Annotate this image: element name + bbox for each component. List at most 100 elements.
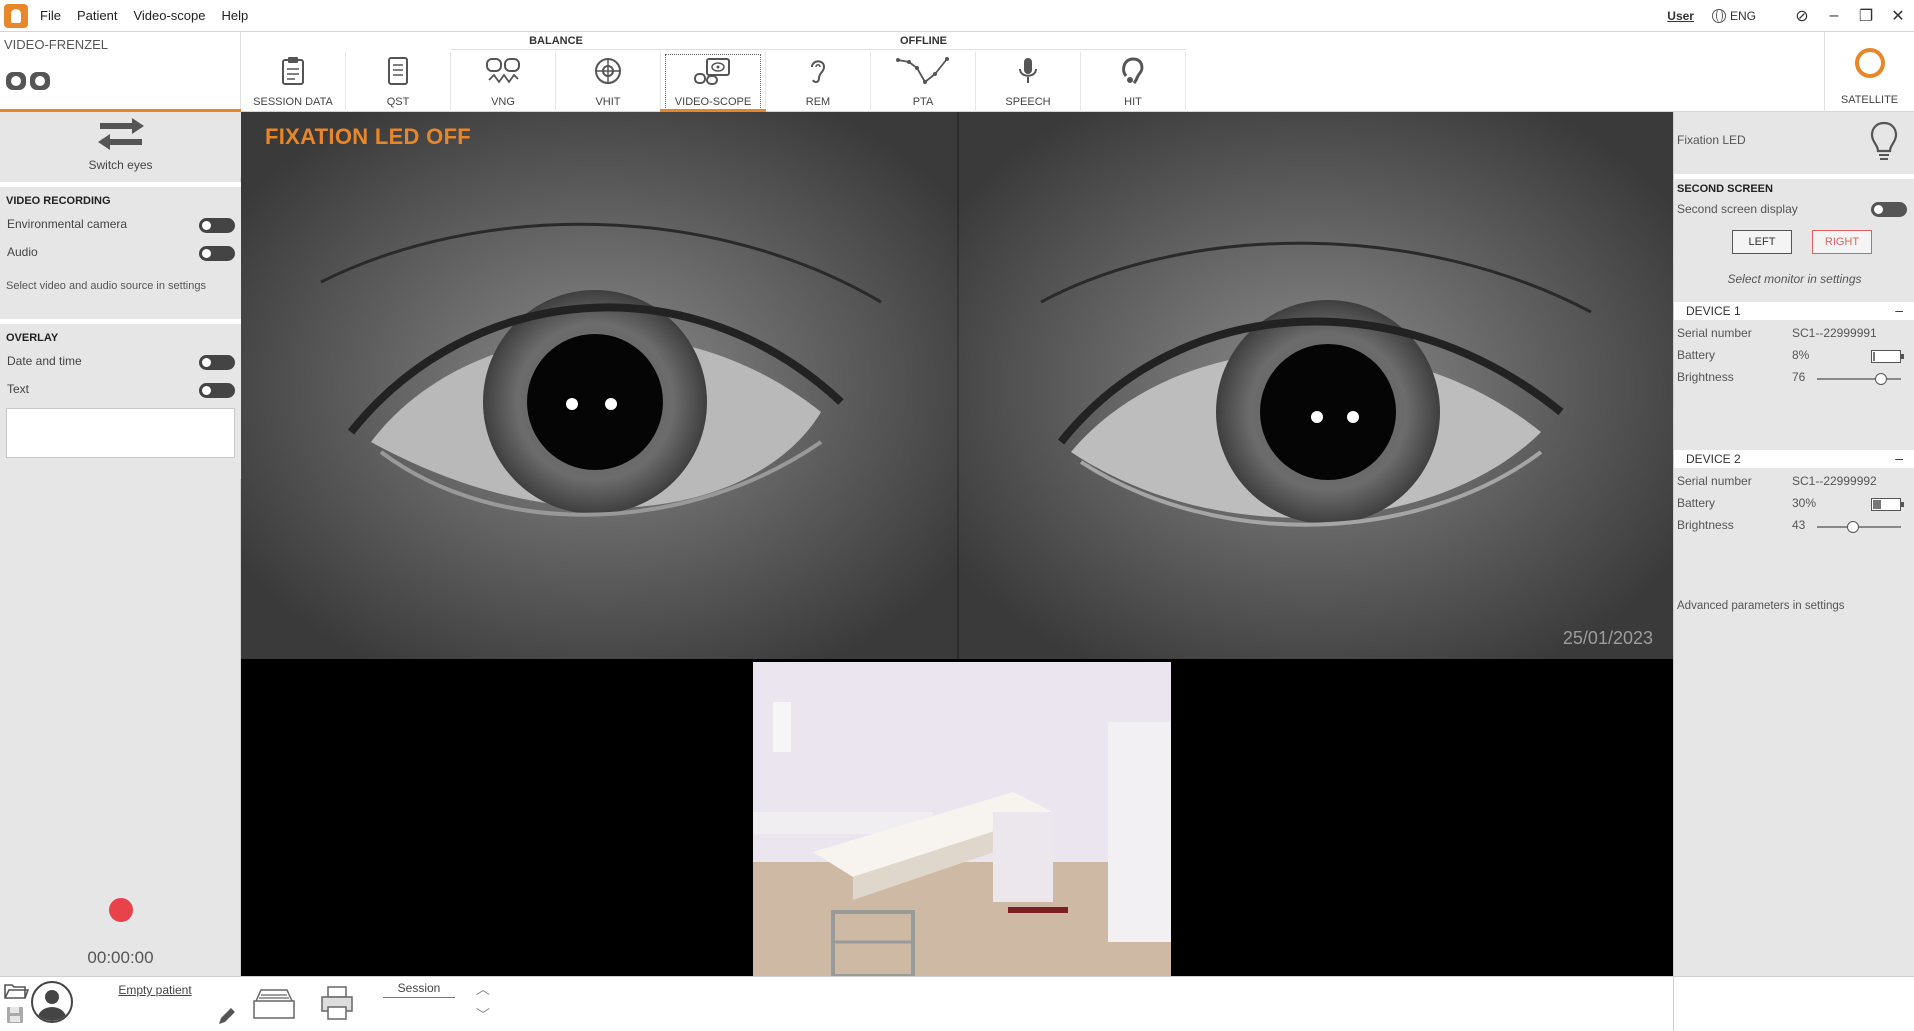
menu-patient[interactable]: Patient xyxy=(71,8,127,23)
recording-timer: 00:00:00 xyxy=(87,948,154,967)
second-screen-title: SECOND SCREEN xyxy=(1677,183,1773,195)
lightbulb-icon[interactable] xyxy=(1870,121,1898,161)
room-camera-image xyxy=(753,662,1171,976)
text-label: Text xyxy=(7,382,30,396)
right-screen-button[interactable]: RIGHT xyxy=(1812,230,1872,254)
brightness-slider[interactable] xyxy=(1817,373,1901,385)
tool-label: SPEECH xyxy=(1005,96,1051,108)
archive-tray-icon[interactable] xyxy=(251,987,297,1021)
brightness-label: Brightness xyxy=(1677,518,1734,532)
print-icon[interactable] xyxy=(320,985,354,1021)
record-button[interactable] xyxy=(109,898,133,922)
save-icon[interactable] xyxy=(5,1005,25,1025)
device1-title: DEVICE 1 xyxy=(1686,304,1741,318)
user-link[interactable]: User xyxy=(1667,9,1694,23)
collapse-icon[interactable]: – xyxy=(1895,450,1903,466)
satellite-button[interactable]: SATELLITE xyxy=(1824,32,1914,112)
device2-header[interactable]: DEVICE 2 – xyxy=(1674,450,1914,468)
text-row: Text xyxy=(0,376,241,404)
section-separator xyxy=(1674,174,1914,179)
env-camera-toggle[interactable] xyxy=(199,218,235,233)
battery-label: Battery xyxy=(1677,496,1716,510)
tool-vhit[interactable]: VHIT xyxy=(556,52,661,112)
right-panel: Fixation LED SECOND SCREEN Second screen… xyxy=(1673,112,1914,1031)
eye-camera-view: FIXATION LED OFF 25/01/2023 xyxy=(241,112,1673,659)
left-screen-button[interactable]: LEFT xyxy=(1732,230,1792,254)
app-logo-icon xyxy=(4,3,28,28)
device1-serial-row: Serial number SC1--22999991 xyxy=(1677,326,1909,346)
audio-row: Audio xyxy=(0,239,241,267)
menu-bar: File Patient Video-scope Help User ENG ⊘… xyxy=(0,0,1914,32)
second-screen-row: Second screen display xyxy=(1674,202,1914,220)
switch-eyes-button[interactable]: Switch eyes xyxy=(0,112,241,178)
text-toggle[interactable] xyxy=(199,383,235,398)
tool-label: PTA xyxy=(912,96,934,108)
video-date-stamp: 25/01/2023 xyxy=(1562,628,1653,648)
swap-arrows-icon xyxy=(97,118,144,150)
device1-brightness-row: Brightness 76 xyxy=(1677,370,1909,390)
edit-pencil-icon[interactable] xyxy=(216,1005,238,1027)
menu-file[interactable]: File xyxy=(34,8,71,23)
open-folder-icon[interactable] xyxy=(3,981,29,1001)
ear-icon xyxy=(811,60,826,84)
tool-session-data[interactable]: SESSION DATA xyxy=(241,52,346,112)
tool-video-scope[interactable]: VIDEO-SCOPE xyxy=(660,52,766,113)
tool-vng[interactable]: VNG xyxy=(451,52,556,112)
env-camera-row: Environmental camera xyxy=(0,211,241,239)
env-camera-label: Environmental camera xyxy=(7,217,128,231)
connection-off-icon[interactable]: ⊘ xyxy=(1786,6,1818,26)
device1-header[interactable]: DEVICE 1 – xyxy=(1674,302,1914,320)
select-monitor-note: Select monitor in settings xyxy=(1727,272,1862,286)
tool-label: VIDEO-SCOPE xyxy=(674,96,752,108)
patient-name-link[interactable]: Empty patient xyxy=(90,983,220,997)
restore-icon[interactable]: ❐ xyxy=(1850,6,1882,26)
language-label: ENG xyxy=(1729,9,1756,23)
recording-source-note: Select video and audio source in setting… xyxy=(6,280,206,292)
tool-qst[interactable]: QST xyxy=(346,52,451,112)
collapse-icon[interactable]: – xyxy=(1895,302,1903,318)
date-time-toggle[interactable] xyxy=(199,355,235,370)
date-time-label: Date and time xyxy=(7,354,82,368)
session-tab[interactable]: Session xyxy=(383,981,455,998)
audio-toggle[interactable] xyxy=(199,246,235,261)
microphone-icon xyxy=(1019,58,1037,83)
minimize-icon[interactable]: – xyxy=(1818,7,1850,25)
scroll-down-icon[interactable]: ﹀ xyxy=(471,1005,495,1027)
serial-value: SC1--22999992 xyxy=(1792,474,1877,488)
close-icon[interactable]: ✕ xyxy=(1882,6,1914,26)
tool-label: SESSION DATA xyxy=(253,96,333,108)
patient-avatar[interactable] xyxy=(31,981,73,1023)
tool-label: REM xyxy=(805,96,831,108)
satellite-ring-icon xyxy=(1854,48,1885,78)
globe-icon xyxy=(1711,9,1726,23)
second-screen-toggle[interactable] xyxy=(1871,202,1907,217)
slider-knob[interactable] xyxy=(1847,521,1860,533)
language-selector[interactable]: ENG xyxy=(1711,9,1756,23)
scroll-up-icon[interactable]: ︿ xyxy=(471,979,495,1001)
battery-icon xyxy=(1871,350,1904,363)
module-box: VIDEO-FRENZEL xyxy=(0,32,241,113)
tool-pta[interactable]: PTA xyxy=(871,52,976,112)
tool-label: QST xyxy=(386,96,410,108)
device1-battery-row: Battery 8% xyxy=(1677,348,1909,368)
audio-label: Audio xyxy=(7,245,38,259)
questionnaire-icon xyxy=(388,57,408,85)
slider-knob[interactable] xyxy=(1874,373,1887,385)
menu-help[interactable]: Help xyxy=(215,8,258,23)
battery-icon xyxy=(1871,498,1904,511)
tool-hit[interactable]: HIT xyxy=(1081,52,1186,112)
patient-bar: Empty patient xyxy=(0,976,241,1031)
brightness-slider[interactable] xyxy=(1817,521,1901,533)
battery-fill xyxy=(1873,352,1875,361)
serial-value: SC1--22999991 xyxy=(1792,326,1877,340)
overlay-text-input[interactable] xyxy=(6,408,235,458)
vng-goggles-icon xyxy=(486,58,520,84)
fixation-status-label: FIXATION LED OFF xyxy=(265,124,472,149)
overlay-title: OVERLAY xyxy=(6,332,59,344)
tool-rem[interactable]: REM xyxy=(766,52,871,112)
menu-video-scope[interactable]: Video-scope xyxy=(127,8,215,23)
overlay-section: OVERLAY Date and time Text xyxy=(0,319,241,479)
group-offline: OFFLINE xyxy=(661,32,1186,50)
tool-speech[interactable]: SPEECH xyxy=(976,52,1081,112)
satellite-label: SATELLITE xyxy=(1840,94,1899,106)
